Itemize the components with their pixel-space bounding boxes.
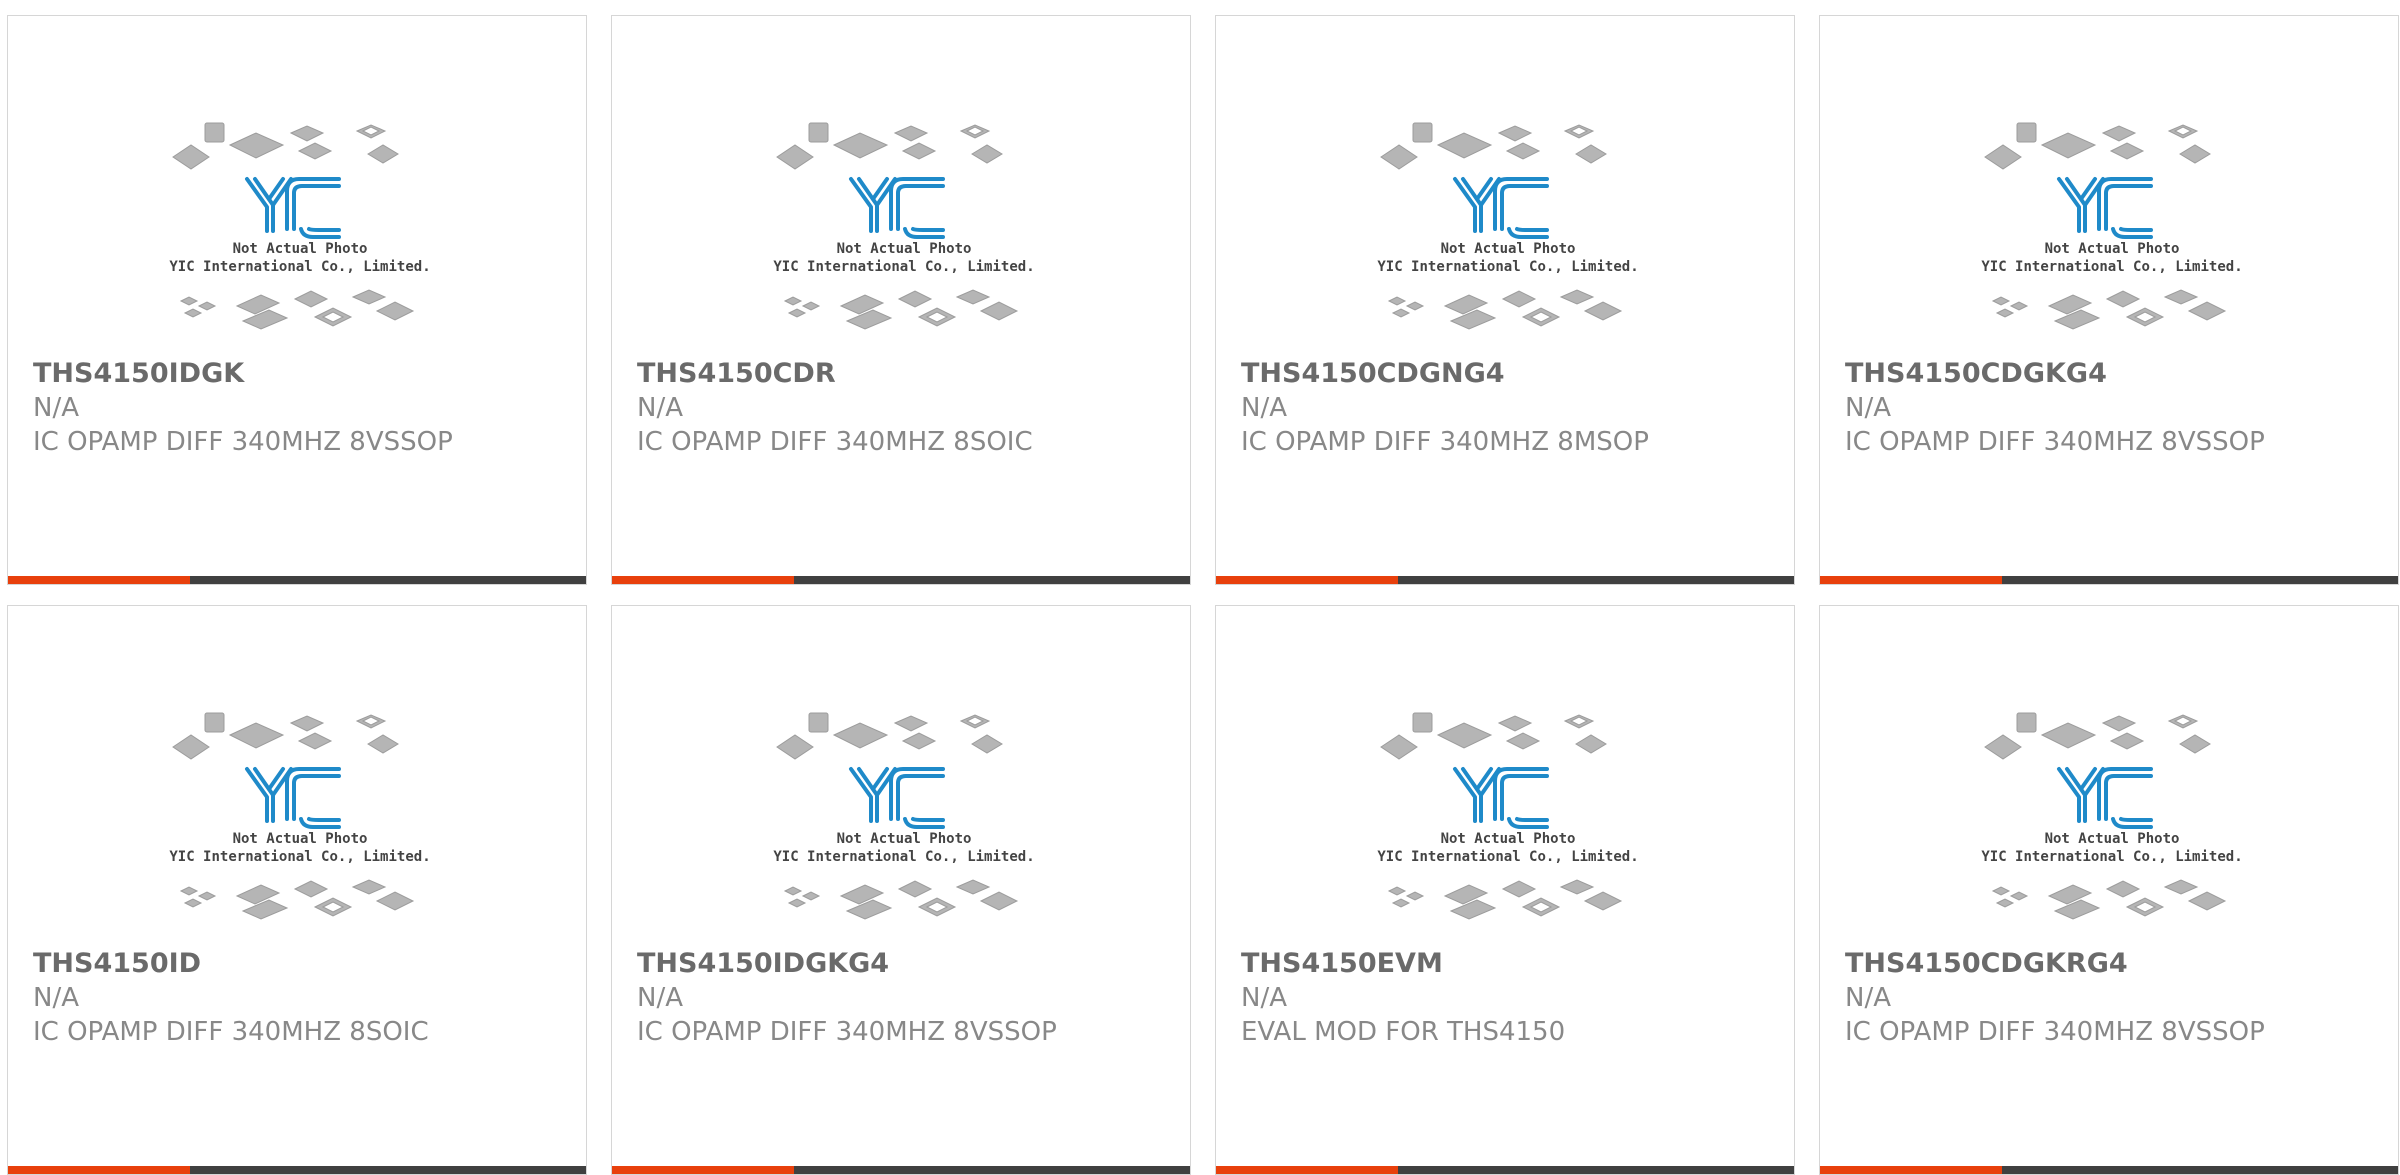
chip-packages-placeholder-icon: Not Actual Photo YIC International Co., … [773,712,1035,920]
manufacturer: N/A [637,393,683,423]
placeholder-line2: YIC International Co., Limited. [773,259,1034,275]
product-card[interactable]: Not Actual Photo YIC International Co., … [611,15,1191,585]
chip-packages-placeholder-icon: Not Actual Photo YIC International Co., … [1377,122,1639,330]
placeholder-line2: YIC International Co., Limited. [1981,849,2242,865]
part-number[interactable]: THS4150IDGKG4 [637,948,889,979]
manufacturer: N/A [637,983,683,1013]
product-grid: Not Actual Photo YIC International Co., … [7,15,2400,1175]
bar-rest [794,576,1190,584]
card-bottom-bar [8,576,586,584]
placeholder-line1: Not Actual Photo [233,831,368,847]
product-image[interactable]: Not Actual Photo YIC International Co., … [1975,691,2250,956]
manufacturer: N/A [1241,983,1287,1013]
product-image[interactable]: Not Actual Photo YIC International Co., … [163,101,438,366]
part-number[interactable]: THS4150IDGK [33,358,244,389]
product-image[interactable]: Not Actual Photo YIC International Co., … [1975,101,2250,366]
description: IC OPAMP DIFF 340MHZ 8VSSOP [1845,427,2265,457]
manufacturer: N/A [1845,983,1891,1013]
product-card[interactable]: Not Actual Photo YIC International Co., … [1215,605,1795,1175]
bar-rest [190,576,586,584]
chip-packages-placeholder-icon: Not Actual Photo YIC International Co., … [1981,712,2243,920]
part-number[interactable]: THS4150CDR [637,358,836,389]
chip-packages-placeholder-icon: Not Actual Photo YIC International Co., … [773,122,1035,330]
bar-accent [1820,576,2002,584]
bar-accent [8,576,190,584]
placeholder-line1: Not Actual Photo [2045,241,2180,257]
part-number[interactable]: THS4150CDGKRG4 [1845,948,2128,979]
description: IC OPAMP DIFF 340MHZ 8VSSOP [33,427,453,457]
placeholder-line2: YIC International Co., Limited. [1377,849,1638,865]
product-image[interactable]: Not Actual Photo YIC International Co., … [1371,691,1646,956]
product-image[interactable]: Not Actual Photo YIC International Co., … [767,101,1042,366]
placeholder-line1: Not Actual Photo [233,241,368,257]
placeholder-line1: Not Actual Photo [2045,831,2180,847]
description: IC OPAMP DIFF 340MHZ 8MSOP [1241,427,1649,457]
description: IC OPAMP DIFF 340MHZ 8VSSOP [637,1017,1057,1047]
bar-rest [2002,576,2398,584]
manufacturer: N/A [33,393,79,423]
placeholder-line2: YIC International Co., Limited. [1981,259,2242,275]
product-card[interactable]: Not Actual Photo YIC International Co., … [7,605,587,1175]
chip-packages-placeholder-icon: Not Actual Photo YIC International Co., … [1377,712,1639,920]
placeholder-line1: Not Actual Photo [1441,831,1576,847]
chip-packages-placeholder-icon: Not Actual Photo YIC International Co., … [169,122,431,330]
placeholder-line1: Not Actual Photo [1441,241,1576,257]
product-image[interactable]: Not Actual Photo YIC International Co., … [1371,101,1646,366]
product-card[interactable]: Not Actual Photo YIC International Co., … [1819,15,2399,585]
product-card[interactable]: Not Actual Photo YIC International Co., … [1215,15,1795,585]
product-image[interactable]: Not Actual Photo YIC International Co., … [767,691,1042,956]
card-bottom-bar [612,576,1190,584]
manufacturer: N/A [33,983,79,1013]
product-card[interactable]: Not Actual Photo YIC International Co., … [1819,605,2399,1175]
chip-packages-placeholder-icon: Not Actual Photo YIC International Co., … [169,712,431,920]
part-number[interactable]: THS4150ID [33,948,201,979]
part-number[interactable]: THS4150CDGKG4 [1845,358,2107,389]
placeholder-line2: YIC International Co., Limited. [773,849,1034,865]
placeholder-line2: YIC International Co., Limited. [169,259,430,275]
product-card[interactable]: Not Actual Photo YIC International Co., … [7,15,587,585]
manufacturer: N/A [1241,393,1287,423]
card-bottom-bar [1216,576,1794,584]
placeholder-line2: YIC International Co., Limited. [169,849,430,865]
card-bottom-bar [1820,576,2398,584]
description: IC OPAMP DIFF 340MHZ 8SOIC [33,1017,429,1047]
placeholder-line1: Not Actual Photo [837,831,972,847]
part-number[interactable]: THS4150EVM [1241,948,1443,979]
placeholder-line1: Not Actual Photo [837,241,972,257]
bar-accent [612,576,794,584]
manufacturer: N/A [1845,393,1891,423]
chip-packages-placeholder-icon: Not Actual Photo YIC International Co., … [1981,122,2243,330]
bar-rest [1398,576,1794,584]
bar-accent [1216,576,1398,584]
placeholder-line2: YIC International Co., Limited. [1377,259,1638,275]
description: EVAL MOD FOR THS4150 [1241,1017,1566,1047]
part-number[interactable]: THS4150CDGNG4 [1241,358,1505,389]
product-image[interactable]: Not Actual Photo YIC International Co., … [163,691,438,956]
description: IC OPAMP DIFF 340MHZ 8SOIC [637,427,1033,457]
description: IC OPAMP DIFF 340MHZ 8VSSOP [1845,1017,2265,1047]
product-card[interactable]: Not Actual Photo YIC International Co., … [611,605,1191,1175]
